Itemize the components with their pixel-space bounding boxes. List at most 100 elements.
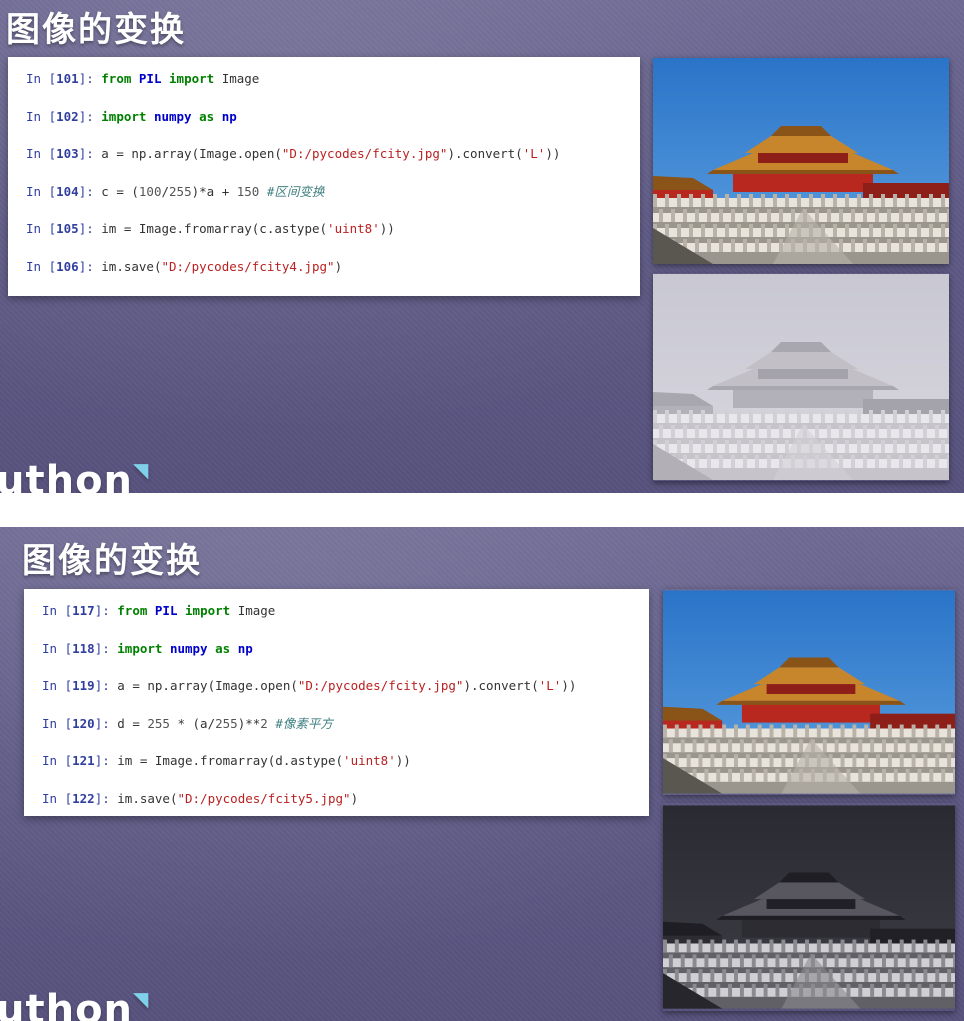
photo-original-color (653, 58, 949, 264)
code-token: )** (237, 715, 261, 731)
photo-transformed-dark-gray (663, 803, 955, 1011)
code-cell[interactable]: In [120]: d = 255 * (a/255)**2 #像素平方 (42, 714, 641, 752)
code-token: )) (545, 146, 561, 161)
slide-1: 图像的变换 In [101]: from PIL import Image In … (0, 0, 964, 493)
code-cell[interactable]: In [117]: from PIL import Image (42, 601, 641, 639)
code-token: im = Image.fromarray(c.astype( (101, 221, 328, 236)
cell-number: 102 (56, 108, 79, 124)
photo-original-color (663, 589, 955, 795)
cell-number: 106 (56, 258, 79, 274)
photo-transformed-light-gray (653, 273, 949, 481)
code-token: ) (350, 790, 359, 806)
code-token: 100 (138, 183, 162, 199)
code-token: )) (395, 753, 411, 768)
code-token: numpy (169, 640, 208, 656)
code-token: 'uint8' (343, 753, 396, 768)
slide-2: 图像的变换 In [117]: from PIL import Image In … (0, 527, 964, 1021)
code-token: 255 (169, 183, 192, 199)
slide-title: 图像的变换 (22, 541, 202, 581)
code-token: im.save( (117, 790, 178, 806)
code-token: from (101, 71, 132, 86)
logo-text: uthon (0, 987, 134, 1021)
cell-prompt: In [120]: (42, 715, 118, 731)
code-token: import (117, 640, 163, 656)
logo-triangle-icon: ◥ (133, 458, 150, 482)
cell-number: 119 (72, 678, 95, 693)
code-cell[interactable]: In [106]: im.save("D:/pycodes/fcity4.jpg… (26, 257, 632, 295)
cell-prompt: In [104]: (26, 183, 102, 199)
code-token: 'L' (522, 146, 546, 161)
cell-number: 104 (56, 183, 79, 199)
forbidden-city-color-image (653, 58, 949, 264)
code-token: 2 (260, 715, 268, 731)
code-token: np (237, 640, 253, 656)
code-cell[interactable]: In [103]: a = np.array(Image.open("D:/py… (26, 144, 632, 182)
code-token: "D:/pycodes/fcity4.jpg" (161, 258, 335, 274)
cell-prompt: In [122]: (42, 790, 118, 806)
slide-title: 图像的变换 (6, 10, 186, 50)
code-token: ) (334, 258, 343, 274)
code-token: ).convert( (463, 678, 539, 693)
code-token: )) (561, 678, 577, 693)
code-lines: In [101]: from PIL import Image In [102]:… (26, 69, 632, 294)
code-cell[interactable]: In [105]: im = Image.fromarray(c.astype(… (26, 219, 632, 257)
code-panel: In [101]: from PIL import Image In [102]:… (8, 57, 640, 296)
code-token: 150 (236, 183, 260, 199)
code-cell[interactable]: In [119]: a = np.array(Image.open("D:/py… (42, 676, 641, 714)
cell-number: 117 (72, 603, 95, 618)
code-token: 255 (215, 715, 238, 731)
cell-number: 122 (72, 790, 95, 806)
forbidden-city-dark-gray-image (663, 805, 955, 1009)
cell-number: 118 (72, 640, 95, 656)
code-token: a = np.array(Image.open( (117, 678, 298, 693)
code-cell[interactable]: In [121]: im = Image.fromarray(d.astype(… (42, 751, 641, 789)
cell-prompt: In [101]: (26, 71, 102, 86)
python-logo: uthon◥ (0, 458, 149, 493)
code-token: Image (214, 71, 260, 86)
cell-number: 120 (72, 715, 95, 731)
cell-number: 121 (72, 753, 95, 768)
code-token: as (215, 640, 231, 656)
code-token: im.save( (101, 258, 162, 274)
forbidden-city-light-gray-image (653, 274, 949, 480)
code-cell[interactable]: In [104]: c = (100/255)*a + 150 #区间变换 (26, 182, 632, 220)
forbidden-city-color-image (663, 590, 955, 794)
code-token: d = (117, 715, 148, 731)
code-token: import (169, 71, 215, 86)
code-lines: In [117]: from PIL import Image In [118]:… (42, 601, 641, 826)
code-token: )) (379, 221, 395, 236)
code-panel: In [117]: from PIL import Image In [118]:… (24, 589, 649, 816)
code-token: "D:/pycodes/fcity5.jpg" (177, 790, 351, 806)
code-token: import (101, 108, 147, 124)
code-token: Image (230, 603, 276, 618)
code-token: PIL (154, 603, 178, 618)
code-token: ).convert( (447, 146, 523, 161)
code-token: 'L' (538, 678, 562, 693)
python-logo: uthon◥ (0, 987, 149, 1021)
cell-prompt: In [105]: (26, 221, 102, 236)
code-cell[interactable]: In [102]: import numpy as np (26, 107, 632, 145)
code-cell[interactable]: In [122]: im.save("D:/pycodes/fcity5.jpg… (42, 789, 641, 827)
code-token: * (a/ (169, 715, 216, 731)
logo-text: uthon (0, 458, 134, 493)
code-comment: #像素平方 (275, 715, 333, 731)
cell-prompt: In [119]: (42, 678, 118, 693)
cell-number: 105 (56, 221, 79, 236)
code-cell[interactable]: In [101]: from PIL import Image (26, 69, 632, 107)
code-cell[interactable]: In [118]: import numpy as np (42, 639, 641, 677)
code-token: as (199, 108, 215, 124)
code-token: np (221, 108, 237, 124)
cell-prompt: In [103]: (26, 146, 102, 161)
cell-number: 103 (56, 146, 79, 161)
